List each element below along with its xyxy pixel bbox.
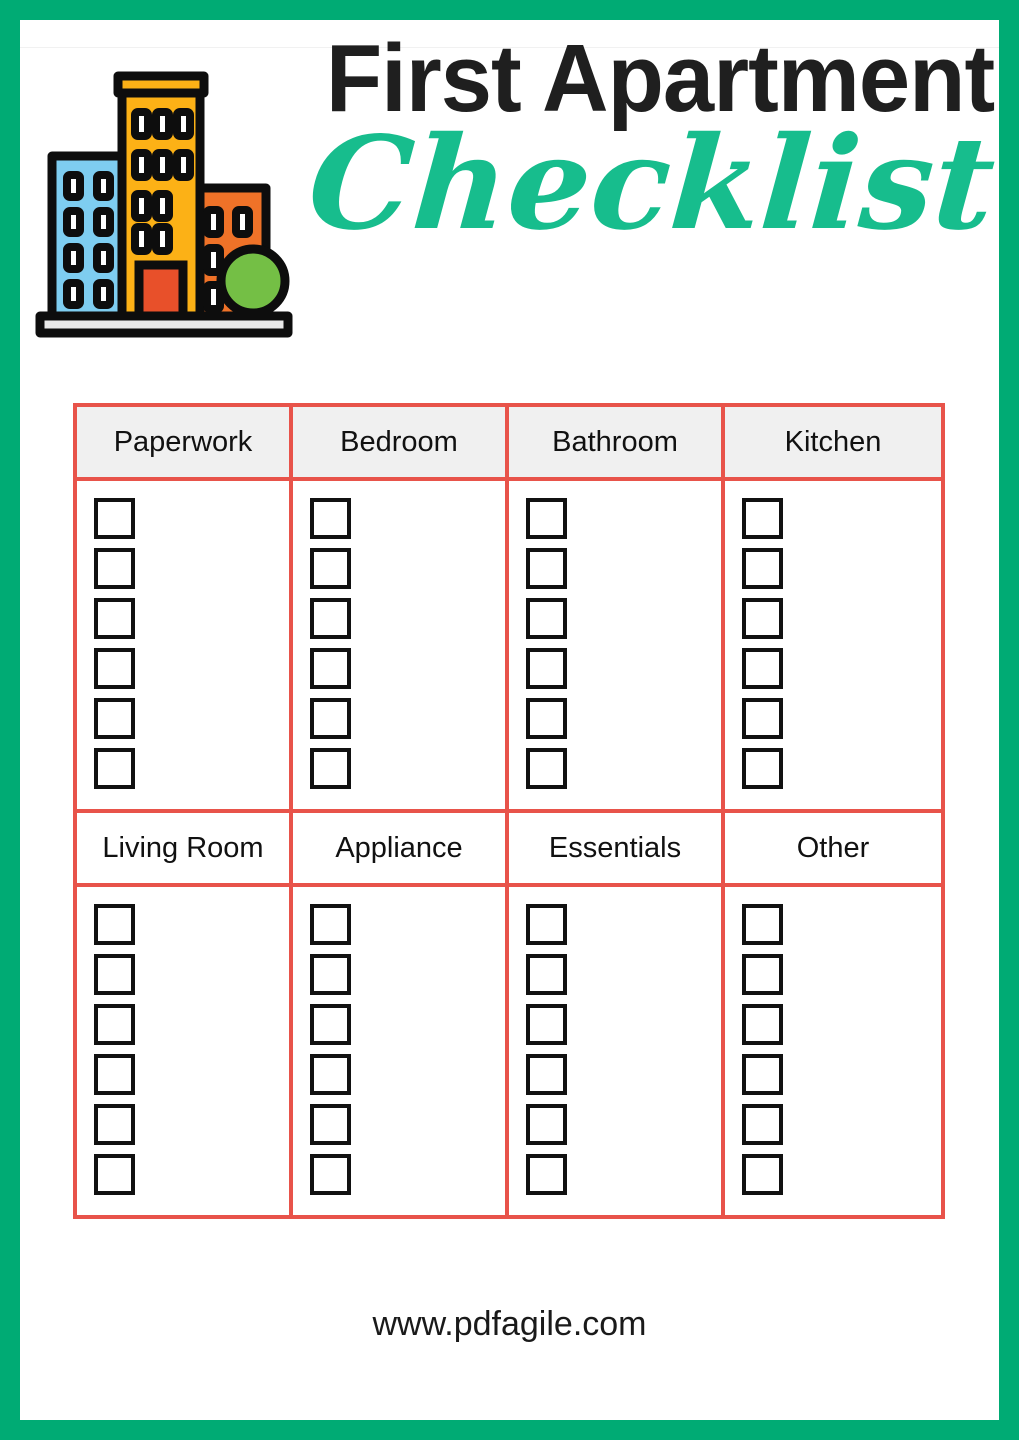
- page-header: First Apartment Checklist: [20, 28, 999, 348]
- page-title-script: Checklist: [303, 109, 1000, 260]
- checkbox[interactable]: [526, 548, 567, 589]
- checkbox[interactable]: [310, 648, 351, 689]
- checkbox-column-appliance: [293, 887, 509, 1215]
- checkbox[interactable]: [310, 1054, 351, 1095]
- checklist-section: Living Room Appliance Essentials Other: [77, 813, 941, 1215]
- checkbox[interactable]: [310, 748, 351, 789]
- checkbox[interactable]: [742, 748, 783, 789]
- column-header-living-room: Living Room: [77, 813, 293, 883]
- checkbox[interactable]: [94, 498, 135, 539]
- checkbox[interactable]: [94, 904, 135, 945]
- checkbox[interactable]: [310, 548, 351, 589]
- checkbox[interactable]: [742, 954, 783, 995]
- checkbox[interactable]: [742, 548, 783, 589]
- checkbox[interactable]: [94, 954, 135, 995]
- checkbox-column-living-room: [77, 887, 293, 1215]
- section-checkbox-row: [77, 887, 941, 1215]
- checkbox[interactable]: [526, 1154, 567, 1195]
- column-header-essentials: Essentials: [509, 813, 725, 883]
- checkbox[interactable]: [742, 698, 783, 739]
- section-header-row: Living Room Appliance Essentials Other: [77, 813, 941, 887]
- checkbox[interactable]: [310, 1104, 351, 1145]
- checkbox[interactable]: [310, 698, 351, 739]
- checkbox[interactable]: [94, 698, 135, 739]
- column-header-bathroom: Bathroom: [509, 407, 725, 477]
- checkbox[interactable]: [526, 498, 567, 539]
- checkbox[interactable]: [94, 548, 135, 589]
- checkbox[interactable]: [94, 1104, 135, 1145]
- checkbox[interactable]: [742, 1054, 783, 1095]
- checkbox[interactable]: [742, 1154, 783, 1195]
- checkbox[interactable]: [310, 954, 351, 995]
- column-header-paperwork: Paperwork: [77, 407, 293, 477]
- checkbox[interactable]: [94, 648, 135, 689]
- checkbox[interactable]: [742, 498, 783, 539]
- checkbox-column-bathroom: [509, 481, 725, 809]
- checkbox-column-paperwork: [77, 481, 293, 809]
- checkbox[interactable]: [526, 904, 567, 945]
- checklist-section: Paperwork Bedroom Bathroom Kitchen: [77, 407, 941, 813]
- checkbox[interactable]: [310, 904, 351, 945]
- column-header-appliance: Appliance: [293, 813, 509, 883]
- checkbox[interactable]: [94, 1004, 135, 1045]
- checkbox[interactable]: [94, 1054, 135, 1095]
- checkbox[interactable]: [310, 498, 351, 539]
- section-checkbox-row: [77, 481, 941, 813]
- checkbox[interactable]: [526, 1104, 567, 1145]
- page-sheet: First Apartment Checklist Paperwork Bedr…: [20, 20, 999, 1420]
- checkbox[interactable]: [94, 1154, 135, 1195]
- checklist-table: Paperwork Bedroom Bathroom Kitchen Livin…: [73, 403, 945, 1219]
- checkbox[interactable]: [526, 648, 567, 689]
- checkbox-column-other: [725, 887, 941, 1215]
- checkbox-column-kitchen: [725, 481, 941, 809]
- column-header-other: Other: [725, 813, 941, 883]
- footer-website-url[interactable]: www.pdfagile.com: [20, 1305, 999, 1344]
- printable-checklist-page: First Apartment Checklist Paperwork Bedr…: [0, 0, 1019, 1440]
- checkbox[interactable]: [310, 1004, 351, 1045]
- checkbox[interactable]: [742, 1104, 783, 1145]
- checkbox[interactable]: [742, 1004, 783, 1045]
- checkbox-column-essentials: [509, 887, 725, 1215]
- section-header-row: Paperwork Bedroom Bathroom Kitchen: [77, 407, 941, 481]
- checkbox[interactable]: [526, 954, 567, 995]
- checkbox[interactable]: [310, 1154, 351, 1195]
- apartment-buildings-icon: [34, 58, 304, 348]
- title-block: First Apartment Checklist: [298, 30, 999, 259]
- checkbox[interactable]: [742, 598, 783, 639]
- checkbox[interactable]: [742, 904, 783, 945]
- column-header-kitchen: Kitchen: [725, 407, 941, 477]
- checkbox[interactable]: [310, 598, 351, 639]
- column-header-bedroom: Bedroom: [293, 407, 509, 477]
- checkbox[interactable]: [94, 598, 135, 639]
- checkbox[interactable]: [526, 698, 567, 739]
- checkbox[interactable]: [526, 598, 567, 639]
- checkbox[interactable]: [742, 648, 783, 689]
- checkbox[interactable]: [526, 1054, 567, 1095]
- checkbox[interactable]: [526, 748, 567, 789]
- checkbox-column-bedroom: [293, 481, 509, 809]
- checkbox[interactable]: [94, 748, 135, 789]
- checkbox[interactable]: [526, 1004, 567, 1045]
